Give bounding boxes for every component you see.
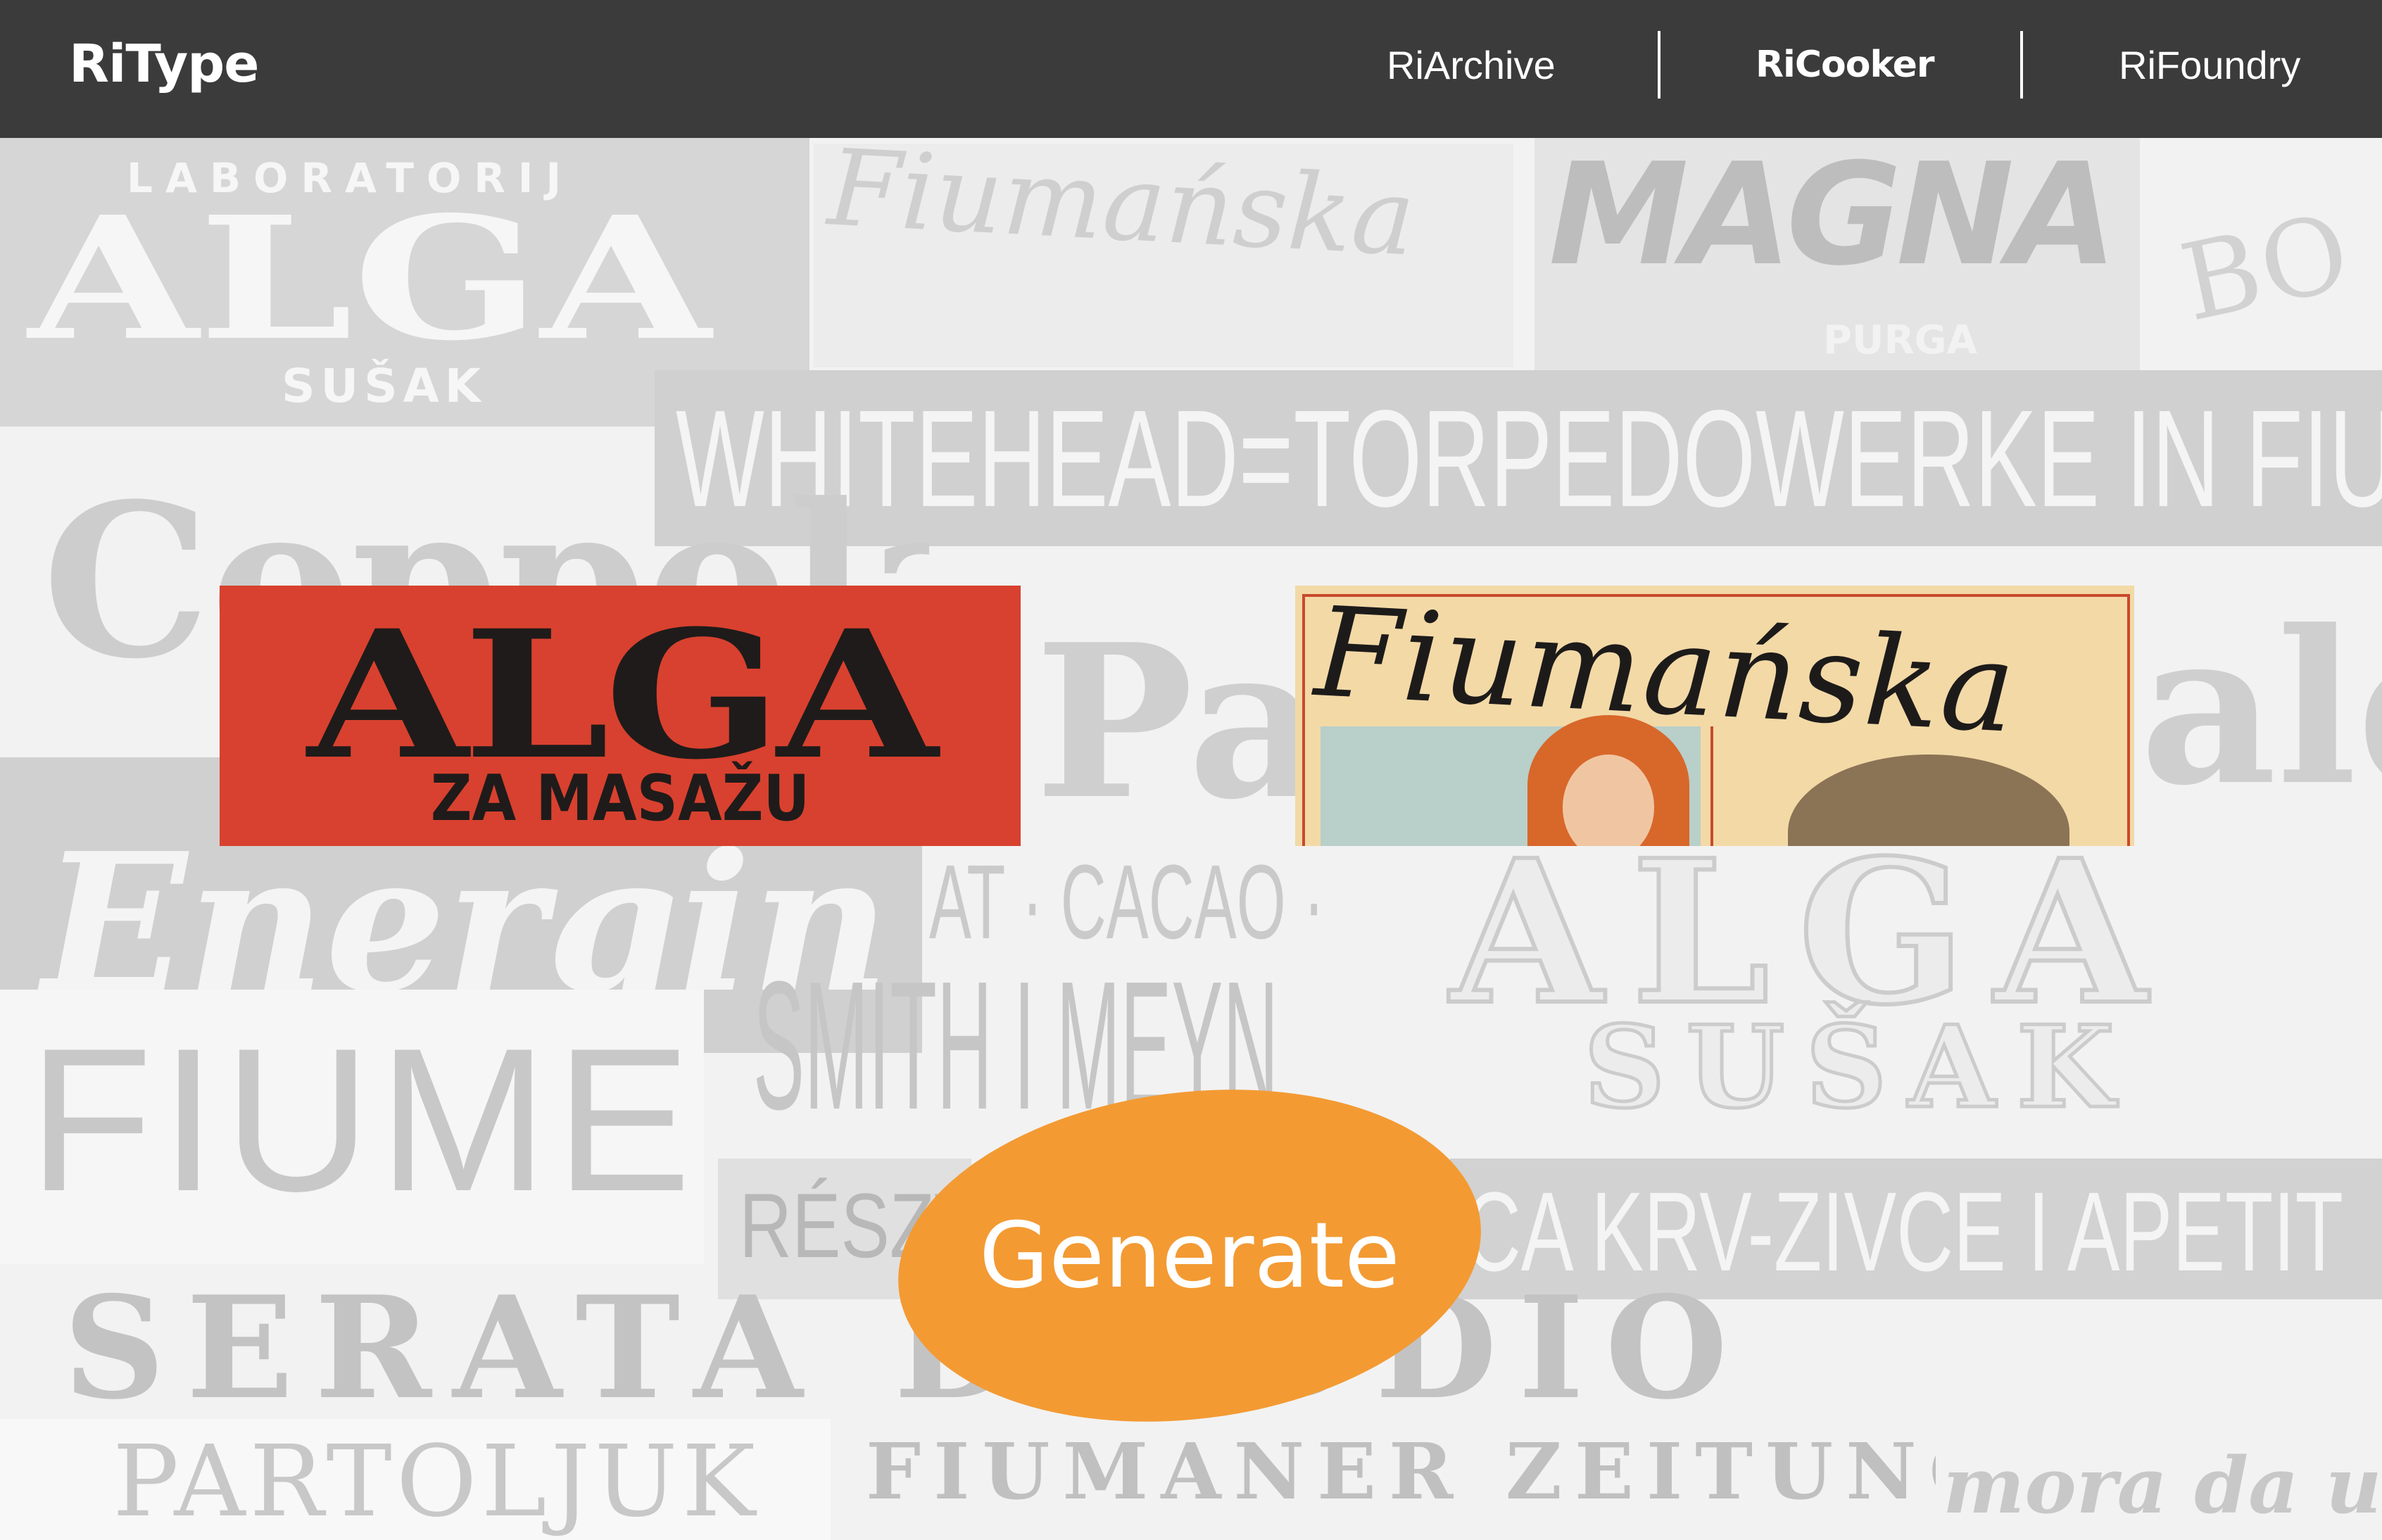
collage-text: PURGA — [1823, 317, 1977, 363]
collage-text: aldi — [2140, 583, 2382, 832]
collage-text: WHITEHEAD=TORPEDOWERKE IN FIUM — [676, 381, 2382, 536]
nav-separator — [1658, 31, 1661, 99]
collage-text: MAGNA — [1549, 138, 2117, 297]
collage-text: FIUME — [28, 1006, 699, 1234]
collage-slip: BO — [2168, 208, 2382, 363]
collage-text: Fiumańska — [825, 144, 1418, 280]
top-navigation-bar: RiType RiArchive RiCooker RiFoundry — [0, 0, 2382, 138]
nav-link-ricooker[interactable]: RiCooker — [1756, 44, 1935, 86]
collage-text: Pat — [1035, 598, 1309, 846]
collage-slip: AT · CACAO · — [929, 842, 1380, 954]
ritype-logo[interactable]: RiType — [69, 34, 259, 94]
collage-slip: Fiumańska — [814, 144, 1513, 367]
collage-slip: PARTOLJUK — [0, 1419, 831, 1540]
fiumanska-poster-card[interactable]: Fiumańska — [1295, 586, 2134, 846]
nav-separator — [2020, 31, 2023, 99]
generate-button-label: Generate — [979, 1203, 1400, 1308]
collage-text: SUŠAK — [282, 359, 486, 413]
collage-text: ALGA — [28, 179, 711, 378]
collage-slip: FIUME — [0, 990, 704, 1264]
collage-slip: mora da u — [1929, 1419, 2382, 1540]
collage-slip: ALGA SUŠAK — [1436, 828, 2382, 1151]
nav-link-riarchive[interactable]: RiArchive — [1387, 42, 1556, 88]
collage-slip: MAGNA PURGA — [1535, 138, 2140, 370]
collage-text: FIUMANER ZEITUNG — [866, 1426, 1936, 1517]
collage-text: mora da u — [1943, 1440, 2382, 1531]
alga-poster-card[interactable]: ALGA ZA MASAŽU — [220, 586, 1021, 846]
alga-poster-subtitle: ZA MASAŽU — [430, 762, 810, 835]
collage-text: AT · CACAO · — [929, 842, 1325, 954]
collage-text: SUŠAK — [1582, 1001, 2136, 1133]
collage-text: PARTOLJUK — [113, 1425, 760, 1539]
collage-text: BO — [2171, 208, 2359, 346]
nav-link-rifoundry[interactable]: RiFoundry — [2119, 42, 2300, 88]
collage-slip: FIUMANER ZEITUNG — [838, 1419, 1936, 1540]
